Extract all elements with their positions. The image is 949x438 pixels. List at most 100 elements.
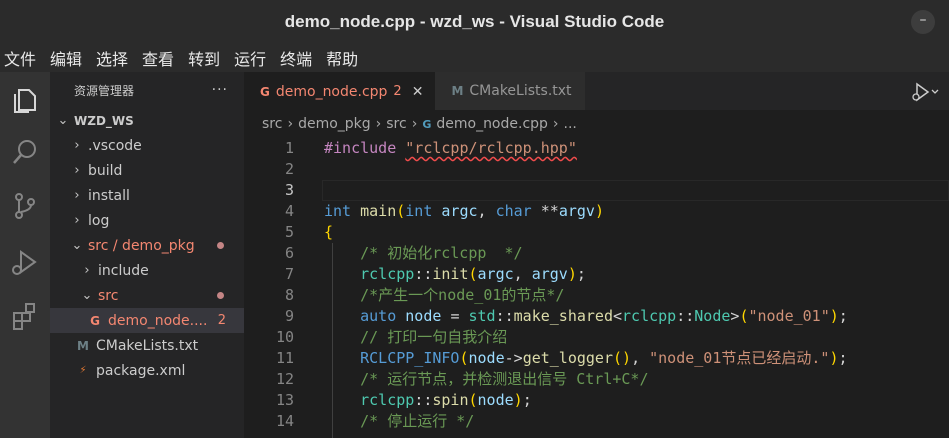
menu-selection[interactable]: 选择 [96,46,128,70]
code-text: /*产生一个node_01的节点*/ [360,286,565,304]
line-number: 5 [284,223,294,241]
more-actions-icon[interactable]: ··· [212,82,228,98]
code-text: auto node = std::make_shared<rclcpp::Nod… [360,307,848,325]
activity-bar [0,72,50,438]
code-line[interactable]: 13 rclcpp::spin(node); [244,390,949,411]
code-line[interactable]: 7 rclcpp::init(argc, argv); [244,264,949,285]
tree-item-cmakelists[interactable]: M CMakeLists.txt [50,333,244,358]
cmake-file-icon: M [451,84,464,98]
code-line[interactable]: 1 #include "rclcpp/rclcpp.hpp" [244,138,949,159]
tree-item-install[interactable]: › install [50,183,244,208]
tab-cmakelists[interactable]: M CMakeLists.txt [435,72,586,110]
tree-item-demo-node[interactable]: G demo_node.... 2 [50,308,244,333]
code-line[interactable]: 3 [244,180,949,201]
breadcrumb-item[interactable]: ... [564,116,577,132]
chevron-down-icon: ⌄ [81,288,93,303]
menu-help[interactable]: 帮助 [326,46,358,70]
line-number: 12 [275,370,294,388]
code-text: /* 初始化rclcpp */ [360,244,523,262]
code-line[interactable]: 6 /* 初始化rclcpp */ [244,243,949,264]
tree-item-label: .vscode [88,137,142,154]
menu-file[interactable]: 文件 [4,46,36,70]
line-number: 11 [275,349,294,367]
tree-item-src[interactable]: ⌄ src [50,283,244,308]
code-text: // 打印一句自我介绍 [360,328,508,346]
tree-item-label: CMakeLists.txt [96,337,199,354]
tab-label: demo_node.cpp [275,83,388,100]
tree-item-label: include [98,262,149,279]
code-line[interactable]: 12 /* 运行节点，并检测退出信号 Ctrl+C*/ [244,369,949,390]
tree-item-src-demo-pkg[interactable]: ⌄ src / demo_pkg [50,233,244,258]
code-line[interactable]: 9 auto node = std::make_shared<rclcpp::N… [244,306,949,327]
breadcrumb-item[interactable]: src [262,116,282,132]
run-file-icon[interactable] [911,82,941,102]
line-number: 4 [284,202,294,220]
explorer-title: 资源管理器 [74,83,135,98]
code-line[interactable]: 2 [244,159,949,180]
line-number: 10 [275,328,294,346]
tab-label: CMakeLists.txt [469,83,572,99]
menu-terminal[interactable]: 终端 [280,46,312,70]
line-number: 8 [284,286,294,304]
breadcrumb-item[interactable]: demo_node.cpp [436,116,548,132]
code-line[interactable]: 10 // 打印一句自我介绍 [244,327,949,348]
breadcrumb-item[interactable]: demo_pkg [298,116,371,132]
close-icon[interactable]: ✕ [412,84,424,100]
menu-bar: 文件 编辑 选择 查看 转到 运行 终端 帮助 [0,44,949,72]
tab-demo-node-cpp[interactable]: G demo_node.cpp 2 ✕ [244,72,436,110]
menu-run[interactable]: 运行 [234,46,266,70]
code-text: rclcpp::init(argc, argv); [360,265,586,283]
tree-item-label: package.xml [96,362,186,379]
tree-item-log[interactable]: › log [50,208,244,233]
run-debug-icon[interactable] [9,246,41,278]
code-line[interactable]: 5{ [244,222,949,243]
tree-item-label: demo_node.... [108,312,208,329]
line-number: 13 [275,391,294,409]
extensions-icon[interactable] [9,300,41,332]
cpp-file-icon: G [90,313,100,328]
breadcrumb: src › demo_pkg › src › G demo_node.cpp ›… [244,110,949,138]
cpp-file-icon: G [260,84,270,99]
workspace-label: WZD_WS [74,113,134,128]
menu-go[interactable]: 转到 [188,46,220,70]
problem-count-badge: 2 [393,84,402,99]
tree-item-include[interactable]: › include [50,258,244,283]
workspace-root[interactable]: ⌄ WZD_WS [50,108,244,133]
window-title: demo_node.cpp - wzd_ws - Visual Studio C… [284,12,665,31]
minimize-button[interactable]: – [911,10,935,34]
code-text: #include "rclcpp/rclcpp.hpp" [324,139,577,157]
tree-item-label: install [88,187,130,204]
xml-file-icon: ⚡ [79,365,87,376]
chevron-right-icon: › [74,213,80,228]
search-icon[interactable] [9,136,41,168]
breadcrumb-item[interactable]: src [386,116,406,132]
tree-item-vscode[interactable]: › .vscode [50,133,244,158]
code-line[interactable]: 11 RCLCPP_INFO(node->get_logger(), "node… [244,348,949,369]
modified-dot-icon [217,292,224,299]
chevron-right-icon: › [411,116,418,132]
line-number: 14 [275,412,294,430]
chevron-down-icon: ⌄ [71,238,83,253]
chevron-right-icon: › [552,116,559,132]
explorer-header: 资源管理器 ··· [50,72,244,108]
code-editor[interactable]: 1 #include "rclcpp/rclcpp.hpp" 2 3 4 int main… [244,138,949,438]
menu-view[interactable]: 查看 [142,46,174,70]
tree-item-build[interactable]: › build [50,158,244,183]
line-number: 1 [284,139,294,157]
tree-item-label: src / demo_pkg [88,237,195,254]
menu-edit[interactable]: 编辑 [50,46,82,70]
chevron-right-icon: › [74,188,80,203]
cpp-file-icon: G [422,117,432,131]
explorer-icon[interactable] [9,84,41,116]
chevron-right-icon: › [74,138,80,153]
code-text: /* 停止运行 */ [360,412,475,430]
code-line[interactable]: 14 /* 停止运行 */ [244,411,949,432]
source-control-icon[interactable] [9,190,41,222]
tree-item-package-xml[interactable]: ⚡ package.xml [50,358,244,383]
line-number: 3 [284,181,294,199]
code-line[interactable]: 4 int main(int argc, char **argv) [244,201,949,222]
tree-item-label: log [88,212,110,229]
line-number: 9 [284,307,294,325]
code-line[interactable]: 8 /*产生一个node_01的节点*/ [244,285,949,306]
explorer-sidebar: 资源管理器 ··· ⌄ WZD_WS › .vscode › build › i… [50,72,244,438]
